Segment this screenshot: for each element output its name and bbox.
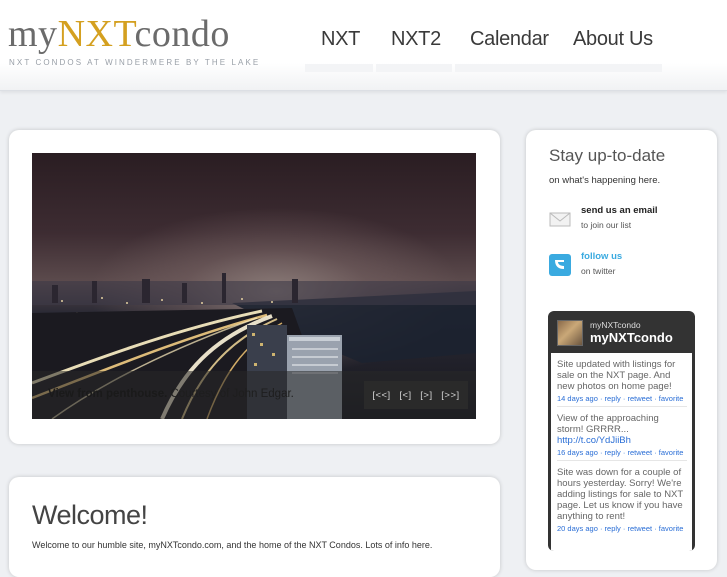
welcome-title: Welcome! [32,500,148,530]
caption-rest: Courtesy of John Edgar. [167,388,294,400]
tweet-retweet-link[interactable]: retweet [627,448,652,457]
tweet-meta: 14 days ago · reply · retweet · favorite [557,394,684,403]
nav-underline [455,64,662,72]
tweet-item: Site updated with listings for sale on t… [557,359,687,404]
tweet-retweet-link[interactable]: retweet [627,394,652,403]
tweet-meta: 20 days ago · reply · retweet · favorite [557,524,684,533]
tweet-time[interactable]: 20 days ago [557,524,598,533]
tweet-reply-link[interactable]: reply [605,394,621,403]
nav-item-calendar[interactable]: Calendar [470,28,549,51]
twitter-icon [549,254,571,276]
twitter-follow-link[interactable]: follow us on twitter [549,251,689,281]
tweet-link[interactable]: http://t.co/YdJiiBh [557,435,631,446]
divider [557,406,687,407]
caption-bold: View from penthouse. [48,388,168,400]
tweet-text: Site updated with listings for sale on t… [557,359,676,392]
divider [557,460,687,461]
nav-item-nxt[interactable]: NXT [321,28,360,51]
avatar[interactable] [557,320,583,346]
site-header: myNXTcondo NXT CONDOS AT WINDERMERE BY T… [0,0,727,91]
slideshow-caption: View from penthouse. Courtesy of John Ed… [48,388,294,400]
logo-part-my: my [8,13,58,55]
twitter-widget: myNXTcondo myNXTcondo Site updated with … [548,311,695,551]
tweet-reply-link[interactable]: reply [605,524,621,533]
tweet-favorite-link[interactable]: favorite [659,394,684,403]
slideshow-next-button[interactable]: [>] [420,390,432,401]
tweet-favorite-link[interactable]: favorite [659,448,684,457]
slideshow-caption-bar: View from penthouse. Courtesy of John Ed… [32,371,476,419]
email-link-title: send us an email [581,205,658,216]
tweet-time[interactable]: 16 days ago [557,448,598,457]
slideshow-controls: [<<] [<] [>] [>>] [364,381,468,409]
twitter-link-sub: on twitter [581,266,616,276]
email-link-sub: to join our list [581,220,632,230]
tweet-meta: 16 days ago · reply · retweet · favorite [557,448,684,457]
logo-part-condo: condo [134,13,230,55]
sidebar-subtitle: on what's happening here. [549,175,661,186]
envelope-icon [549,212,571,227]
tweet-reply-link[interactable]: reply [605,448,621,457]
email-signup-link[interactable]: send us an email to join our list [549,205,689,235]
tweet-text: Site was down for a couple of hours yest… [557,467,684,522]
twitter-widget-header: myNXTcondo myNXTcondo [548,311,695,353]
slideshow-first-button[interactable]: [<<] [372,390,390,401]
slideshow-prev-button[interactable]: [<] [399,390,411,401]
slideshow-last-button[interactable]: [>>] [441,390,459,401]
tweet-retweet-link[interactable]: retweet [627,524,652,533]
site-tagline: NXT CONDOS AT WINDERMERE BY THE LAKE [9,58,261,67]
tweet-favorite-link[interactable]: favorite [659,524,684,533]
twitter-handle[interactable]: myNXTcondo [590,320,641,330]
nav-item-nxt2[interactable]: NXT2 [391,28,441,51]
site-logo[interactable]: myNXTcondo [8,14,230,54]
slideshow-image: View from penthouse. Courtesy of John Ed… [32,153,476,419]
nav-underline [376,64,452,72]
tweet-time[interactable]: 14 days ago [557,394,598,403]
tweet-item: View of the approaching storm! GRRRR... … [557,413,687,458]
logo-part-nxt: NXT [57,13,135,55]
intro-text: Welcome to our humble site, myNXTcondo.c… [32,540,433,550]
sidebar-title: Stay up-to-date [549,146,666,165]
twitter-link-title: follow us [581,251,623,262]
nav-underline [305,64,373,72]
twitter-name[interactable]: myNXTcondo [590,330,673,345]
nav-item-about-us[interactable]: About Us [573,28,653,51]
tweet-text: View of the approaching storm! GRRRR... [557,413,659,435]
tweet-item: Site was down for a couple of hours yest… [557,467,687,534]
tweet-list: Site updated with listings for sale on t… [551,353,692,551]
